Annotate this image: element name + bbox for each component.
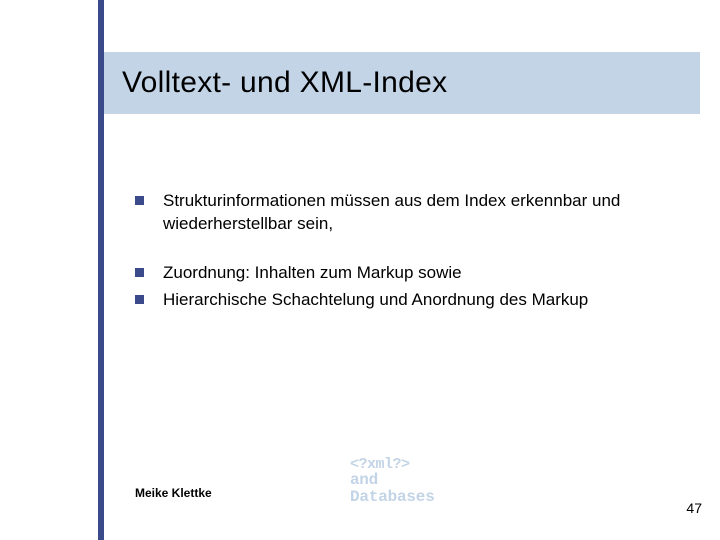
xml-databases-logo: <?xml?> and Databases xyxy=(350,457,435,506)
page-number: 47 xyxy=(686,500,702,516)
bullet-item: Zuordnung: Inhalten zum Markup sowie xyxy=(135,262,665,285)
bullet-text: Strukturinformationen müssen aus dem Ind… xyxy=(163,191,620,233)
slide-title: Volltext- und XML-Index xyxy=(122,66,447,100)
logo-line-1: <?xml?> xyxy=(350,457,435,473)
bullet-item: Hierarchische Schachtelung und Anordnung… xyxy=(135,289,665,312)
square-bullet-icon xyxy=(135,295,144,304)
square-bullet-icon xyxy=(135,196,144,205)
bullet-text: Zuordnung: Inhalten zum Markup sowie xyxy=(163,263,462,282)
logo-line-3: Databases xyxy=(350,489,435,506)
author-name: Meike Klettke xyxy=(135,486,212,500)
logo-line-2: and xyxy=(350,472,435,489)
bullet-text: Hierarchische Schachtelung und Anordnung… xyxy=(163,290,588,309)
bullet-item: Strukturinformationen müssen aus dem Ind… xyxy=(135,190,665,236)
content-area: Strukturinformationen müssen aus dem Ind… xyxy=(135,190,665,338)
title-band: Volltext- und XML-Index xyxy=(104,52,700,114)
square-bullet-icon xyxy=(135,268,144,277)
slide: Volltext- und XML-Index Strukturinformat… xyxy=(0,0,720,540)
